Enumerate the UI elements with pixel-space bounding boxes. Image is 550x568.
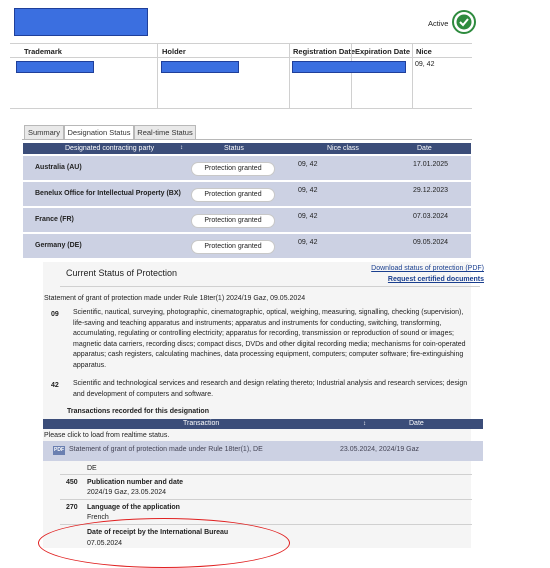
transaction-text: Statement of grant of protection made un… xyxy=(69,446,263,453)
row-date: 07.03.2024 xyxy=(413,213,449,220)
status-badge: Protection granted xyxy=(191,214,275,228)
col-nice: Nice xyxy=(416,47,432,56)
status-badge: Protection granted xyxy=(191,240,275,254)
col-registration-date: Registration Date xyxy=(293,47,356,56)
top-table-border xyxy=(10,43,472,44)
pdf-icon[interactable]: PDF xyxy=(53,446,65,455)
class-42-number: 42 xyxy=(51,382,59,389)
class-09-text: Scientific, nautical, surveying, photogr… xyxy=(73,309,466,369)
detail-divider xyxy=(60,286,480,287)
field-270-number: 270 xyxy=(66,504,78,511)
top-table-bottom xyxy=(10,108,472,109)
row-nice: 09, 42 xyxy=(298,187,318,194)
col-divider xyxy=(289,44,290,109)
row-nice: 09, 42 xyxy=(298,161,318,168)
field-450-value: 2024/19 Gaz, 23.05.2024 xyxy=(87,489,167,496)
transaction-row[interactable]: PDF Statement of grant of protection mad… xyxy=(43,441,483,461)
col-holder: Holder xyxy=(162,47,186,56)
annotation-ellipse xyxy=(38,518,290,568)
detail-title: Current Status of Protection xyxy=(66,268,178,278)
class-09-number: 09 xyxy=(51,311,59,318)
col-divider xyxy=(157,44,158,109)
row-date: 09.05.2024 xyxy=(413,239,449,246)
header-transaction: Transaction xyxy=(183,420,220,427)
status-badge: Protection granted xyxy=(191,162,275,176)
col-divider xyxy=(412,44,413,109)
redacted-trademark xyxy=(16,61,94,73)
designation-row[interactable]: Australia (AU) Protection granted 09, 42… xyxy=(23,154,471,180)
header-nice: Nice class xyxy=(327,145,359,152)
realtime-note: Please click to load from realtime statu… xyxy=(44,432,170,439)
class-42-text: Scientific and technological services an… xyxy=(73,380,468,398)
row-party: Benelux Office for Intellectual Property… xyxy=(35,190,181,197)
redacted-registration-date xyxy=(292,61,406,73)
col-expiration-date: Expiration Date xyxy=(355,47,411,56)
row-party: France (FR) xyxy=(35,216,74,223)
row-date: 17.01.2025 xyxy=(413,161,449,168)
download-status-link[interactable]: Download status of protection (PDF) xyxy=(364,265,484,272)
redacted-holder xyxy=(161,61,239,73)
header-status: Status xyxy=(224,145,244,152)
active-status-icon xyxy=(452,10,476,34)
field-divider xyxy=(60,499,472,500)
designation-row[interactable]: Germany (DE) Protection granted 09, 42 0… xyxy=(23,232,471,258)
redacted-logo xyxy=(14,8,148,36)
top-table-divider xyxy=(10,57,472,58)
field-450-label: Publication number and date xyxy=(87,479,184,486)
statement-text: Statement of grant of protection made un… xyxy=(44,295,306,302)
sort-icon[interactable]: ↕ xyxy=(180,143,183,154)
field-divider xyxy=(60,474,472,475)
header-party: Designated contracting party xyxy=(65,145,155,152)
row-nice: 09, 42 xyxy=(298,213,318,220)
transaction-date: 23.05.2024, 2024/19 Gaz xyxy=(340,446,420,453)
transactions-title: Transactions recorded for this designati… xyxy=(67,408,209,415)
tab-summary[interactable]: Summary xyxy=(24,125,64,140)
row-nice: 09, 42 xyxy=(298,239,318,246)
active-status-label: Active xyxy=(428,19,449,28)
field-270-label: Language of the application xyxy=(87,504,180,511)
tab-baseline xyxy=(22,139,472,140)
col-divider xyxy=(351,44,352,109)
record-nice-value: 09, 42 xyxy=(415,61,435,68)
row-date: 29.12.2023 xyxy=(413,187,449,194)
row-party: Australia (AU) xyxy=(35,164,82,171)
designation-table-header: Designated contracting party ↕ Status Ni… xyxy=(23,143,471,154)
sort-icon[interactable]: ↕ xyxy=(363,419,366,429)
transactions-header: Transaction ↕ Date xyxy=(43,419,483,429)
col-trademark: Trademark xyxy=(24,47,62,56)
designation-row[interactable]: Benelux Office for Intellectual Property… xyxy=(23,180,471,206)
row-party: Germany (DE) xyxy=(35,242,82,249)
request-certified-link[interactable]: Request certified documents xyxy=(364,276,484,283)
tab-designation-status[interactable]: Designation Status xyxy=(64,125,134,140)
field-450-number: 450 xyxy=(66,479,78,486)
tab-real-time-status[interactable]: Real-time Status xyxy=(134,125,196,140)
header-date: Date xyxy=(417,145,432,152)
header-transaction-date: Date xyxy=(409,420,424,427)
field-country: DE xyxy=(87,465,97,472)
designation-row[interactable]: France (FR) Protection granted 09, 42 07… xyxy=(23,206,471,232)
status-badge: Protection granted xyxy=(191,188,275,202)
